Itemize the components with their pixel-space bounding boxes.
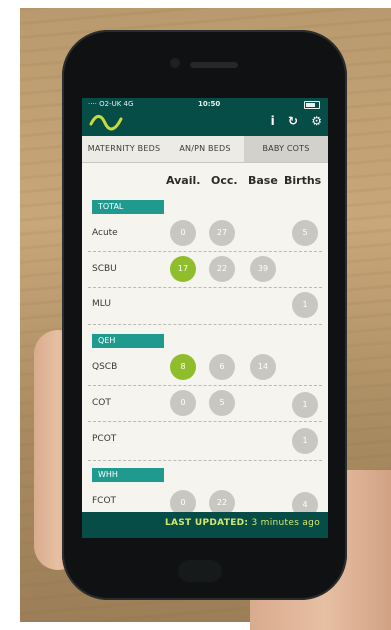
phone-screen: ···· O2-UK 4G 10:50 i ↻ ⚙ MATERNITY BEDS… [82,98,328,538]
earpiece-speaker [190,62,238,68]
wave-logo-icon [89,114,123,131]
section-header-qeh: QEH [92,334,164,348]
column-header-base: Base [248,174,278,187]
row-divider [88,251,322,252]
column-header-avail: Avail. [166,174,201,187]
row-divider [88,324,322,325]
row-label-fcot: FCOT [92,496,117,506]
row-label-pcot: PCOT [92,434,117,444]
qscb-avail-bubble: 8 [170,354,196,380]
settings-gear-icon[interactable]: ⚙ [311,114,322,128]
clock-time: 10:50 [198,100,221,108]
row-divider [88,421,322,422]
section-header-total: TOTAL [92,200,164,214]
cot-births-bubble: 1 [292,392,318,418]
app-bar: ···· O2-UK 4G 10:50 i ↻ ⚙ [82,98,328,136]
column-header-births: Births [284,174,322,187]
battery-icon [304,101,320,109]
mlu-births-bubble: 1 [292,292,318,318]
last-updated-text: LAST UPDATED: 3 minutes ago [165,518,320,528]
last-updated-value: 3 minutes ago [251,518,320,528]
cot-avail-bubble: 0 [170,390,196,416]
info-icon[interactable]: i [271,114,275,128]
qscb-base-bubble: 14 [250,354,276,380]
scbu-base-bubble: 39 [250,256,276,282]
scbu-avail-bubble: 17 [170,256,196,282]
row-label-mlu: MLU [92,299,111,309]
scbu-occ-bubble: 22 [209,256,235,282]
row-divider [88,385,322,386]
status-bar: ···· O2-UK 4G 10:50 [86,100,324,110]
tab-baby-cots[interactable]: BABY COTS [244,136,328,162]
qscb-occ-bubble: 6 [209,354,235,380]
pcot-births-bubble: 1 [292,428,318,454]
row-label-qscb: QSCB [92,362,118,372]
row-label-scbu: SCBU [92,264,117,274]
home-button[interactable] [178,560,222,582]
tab-an-pn-beds[interactable]: AN/PN BEDS [166,136,244,162]
row-divider [88,287,322,288]
acute-avail-bubble: 0 [170,220,196,246]
section-header-whh: WHH [92,468,164,482]
refresh-icon[interactable]: ↻ [288,114,298,128]
row-divider [88,460,322,461]
carrier-label: ···· O2-UK 4G [88,100,134,108]
row-label-acute: Acute [92,228,118,238]
tab-maternity-beds[interactable]: MATERNITY BEDS [82,136,166,162]
acute-occ-bubble: 27 [209,220,235,246]
last-updated-label: LAST UPDATED: [164,518,249,528]
front-camera [170,58,180,68]
tab-bar: MATERNITY BEDS AN/PN BEDS BABY COTS [82,136,328,163]
last-updated-footer: LAST UPDATED: 3 minutes ago [82,512,328,538]
acute-births-bubble: 5 [292,220,318,246]
cot-occ-bubble: 5 [209,390,235,416]
row-label-cot: COT [92,398,111,408]
column-header-occ: Occ. [211,174,238,187]
